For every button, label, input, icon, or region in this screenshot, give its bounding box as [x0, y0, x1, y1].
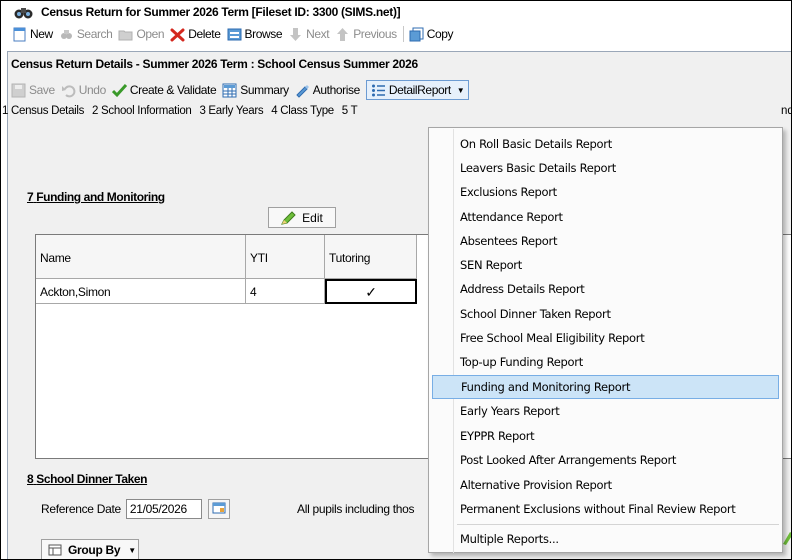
menu-item-on-roll-basic-details[interactable]: On Roll Basic Details Report	[432, 132, 779, 156]
list-icon	[371, 83, 386, 98]
window: Census Return for Summer 2026 Term [File…	[0, 0, 792, 560]
reference-date-row: Reference Date 21/05/2026	[41, 499, 230, 519]
chevron-down-icon: ▼	[456, 85, 465, 95]
tab-truncated[interactable]: 5 T	[342, 105, 358, 117]
menu-item-free-school-meal-eligibility[interactable]: Free School Meal Eligibility Report	[432, 326, 779, 350]
section-8-heading: 8 School Dinner Taken	[27, 472, 147, 486]
toolbar-divider	[402, 26, 404, 42]
copy-button[interactable]: Copy	[409, 27, 454, 42]
all-pupils-note: All pupils including thos	[297, 502, 415, 516]
undo-button[interactable]: Undo	[61, 83, 106, 98]
detail-report-menu: On Roll Basic Details Report Leavers Bas…	[428, 127, 783, 553]
details-toolbar: Save Undo Create & Validate Summary Auth…	[11, 79, 470, 101]
arrow-down-icon	[288, 27, 303, 42]
undo-icon	[61, 83, 76, 98]
summary-grid-icon	[222, 83, 237, 98]
save-icon	[11, 83, 26, 98]
chevron-down-icon: ▼	[128, 545, 136, 555]
tab-school-information[interactable]: 2 School Information	[92, 105, 192, 117]
edit-button[interactable]: Edit	[268, 207, 336, 228]
next-button[interactable]: Next	[288, 27, 330, 42]
group-by-dropdown[interactable]: Group By ▼	[41, 539, 139, 559]
details-heading: Census Return Details - Summer 2026 Term…	[11, 57, 418, 71]
section-8-number: 8	[27, 472, 34, 486]
main-toolbar: New Search Open Delete Browse Next Previ…	[1, 23, 791, 45]
open-button[interactable]: Open	[118, 27, 165, 42]
tab-census-details[interactable]: 1 Census Details	[2, 105, 84, 117]
tab-class-type[interactable]: 4 Class Type	[271, 105, 334, 117]
menu-item-funding-and-monitoring[interactable]: Funding and Monitoring Report	[432, 375, 779, 399]
menu-item-permanent-exclusions[interactable]: Permanent Exclusions without Final Revie…	[432, 497, 779, 521]
previous-button[interactable]: Previous	[335, 27, 397, 42]
authorise-pen-icon	[295, 83, 310, 98]
calendar-button[interactable]	[207, 499, 230, 519]
reference-date-label: Reference Date	[41, 502, 121, 516]
section-7-heading: 7 Funding and Monitoring	[27, 190, 165, 204]
window-title: Census Return for Summer 2026 Term [File…	[41, 5, 401, 19]
menu-item-school-dinner-taken[interactable]: School Dinner Taken Report	[432, 302, 779, 326]
reference-date-input[interactable]: 21/05/2026	[125, 499, 202, 519]
arrow-up-icon	[335, 27, 350, 42]
tab-early-years[interactable]: 3 Early Years	[199, 105, 263, 117]
menu-item-alternative-provision[interactable]: Alternative Provision Report	[432, 473, 779, 497]
summary-button[interactable]: Summary	[222, 83, 289, 98]
binoculars-icon	[13, 5, 35, 19]
browse-button[interactable]: Browse	[227, 27, 283, 42]
menu-item-attendance[interactable]: Attendance Report	[432, 205, 779, 229]
menu-separator	[457, 524, 779, 525]
new-document-icon	[12, 27, 27, 42]
browse-icon	[227, 27, 242, 42]
section-7-number: 7	[27, 190, 34, 204]
copy-icon	[409, 27, 424, 42]
cell-tutoring[interactable]: ✓	[325, 279, 417, 304]
delete-x-icon	[170, 27, 185, 42]
checkmark-icon	[111, 83, 127, 98]
pencil-icon	[281, 210, 297, 225]
menu-item-post-looked-after-arrangements[interactable]: Post Looked After Arrangements Report	[432, 448, 779, 472]
cell-yti[interactable]: 4	[246, 279, 325, 304]
new-button[interactable]: New	[12, 27, 53, 42]
section-8-title: School Dinner Taken	[36, 472, 148, 486]
column-header-tutoring[interactable]: Tutoring	[325, 235, 417, 279]
section-tabs: 1 Census Details 2 School Information 3 …	[1, 105, 791, 123]
folder-icon	[118, 27, 133, 42]
save-button[interactable]: Save	[11, 83, 55, 98]
title-bar: Census Return for Summer 2026 Term [File…	[1, 1, 791, 23]
menu-item-absentees[interactable]: Absentees Report	[432, 229, 779, 253]
delete-button[interactable]: Delete	[170, 27, 221, 42]
search-button[interactable]: Search	[59, 27, 113, 42]
menu-item-top-up-funding[interactable]: Top-up Funding Report	[432, 350, 779, 374]
detail-report-dropdown-button[interactable]: DetailReport ▼	[365, 80, 470, 100]
column-header-name[interactable]: Name	[36, 235, 246, 279]
group-by-icon	[48, 544, 62, 556]
authorise-button[interactable]: Authorise	[295, 83, 360, 98]
column-header-yti[interactable]: YTI	[246, 235, 325, 279]
section-7-title: Funding and Monitoring	[36, 190, 165, 204]
menu-item-address-details[interactable]: Address Details Report	[432, 277, 779, 301]
create-validate-button[interactable]: Create & Validate	[111, 83, 217, 98]
search-icon	[59, 27, 74, 42]
menu-item-early-years[interactable]: Early Years Report	[432, 399, 779, 423]
menu-item-sen[interactable]: SEN Report	[432, 253, 779, 277]
menu-item-leavers-basic-details[interactable]: Leavers Basic Details Report	[432, 156, 779, 180]
tutoring-checkmark: ✓	[365, 284, 377, 300]
menu-item-multiple-reports[interactable]: Multiple Reports...	[432, 527, 779, 551]
menu-item-exclusions[interactable]: Exclusions Report	[432, 180, 779, 204]
tab-tail-text: nd	[781, 105, 791, 117]
calendar-icon	[212, 501, 226, 517]
cell-name[interactable]: Ackton,Simon	[36, 279, 246, 304]
menu-item-eyppr[interactable]: EYPPR Report	[432, 424, 779, 448]
